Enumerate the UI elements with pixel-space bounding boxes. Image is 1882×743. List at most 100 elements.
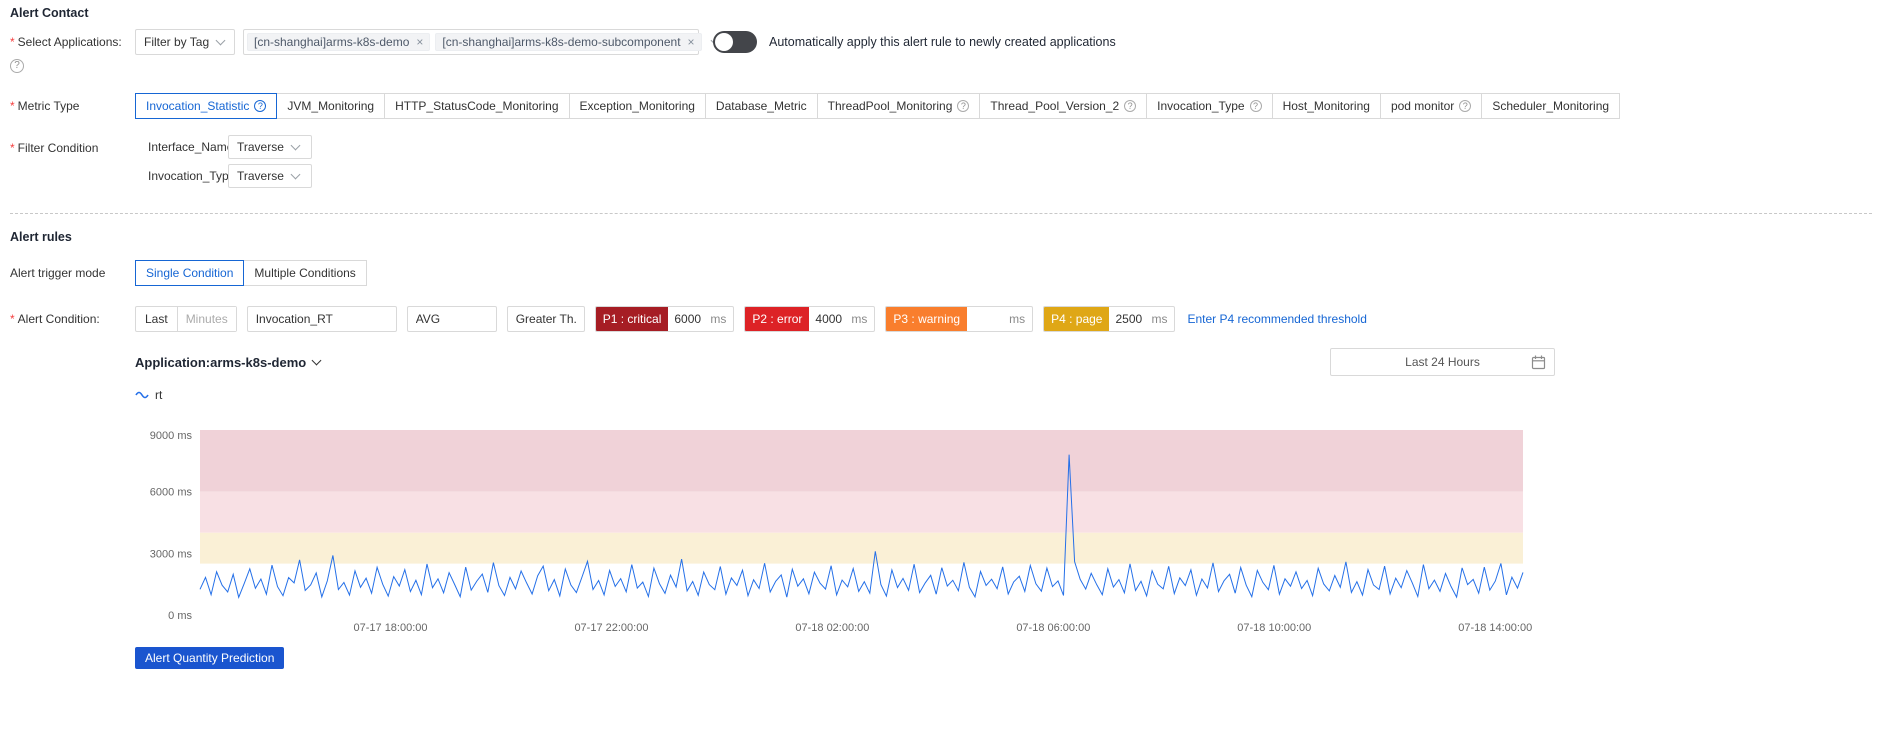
filter-line-invocation-type: Invocation_Type Traverse [148, 164, 312, 188]
alert-rules-section: Alert rules Alert trigger mode Single Co… [10, 230, 1872, 669]
select-applications-row: *Select Applications: Filter by Tag [cn-… [10, 29, 1872, 73]
alert-rules-title: Alert rules [10, 230, 72, 244]
time-range-picker[interactable]: Last 24 Hours [1330, 348, 1555, 376]
operator-select[interactable]: Greater Th... [506, 306, 585, 332]
alert-condition-content: Last Greater Th... P1 : critical ms P2 :… [135, 306, 1367, 332]
application-selector[interactable]: Application:arms-k8s-demo [135, 355, 322, 370]
application-tag-label: [cn-shanghai]arms-k8s-demo-subcomponent [442, 35, 681, 49]
remove-tag-icon[interactable] [416, 36, 423, 48]
metric-input[interactable] [246, 306, 397, 332]
applications-multiselect[interactable]: [cn-shanghai]arms-k8s-demo [cn-shanghai]… [243, 29, 721, 55]
threshold-p1: P1 : critical ms [594, 306, 735, 332]
help-icon[interactable] [1459, 100, 1472, 112]
svg-text:07-18 02:00:00: 07-18 02:00:00 [795, 622, 869, 634]
p4-threshold-input[interactable] [1109, 307, 1152, 331]
invocation-type-select[interactable]: Traverse [228, 164, 312, 188]
select-applications-label-col: * Select Applications: [10, 29, 135, 73]
time-window-group: Last [135, 306, 237, 332]
application-tag: [cn-shanghai]arms-k8s-demo [247, 33, 431, 51]
filter-condition-row: * Filter Condition Interface_Name Travers… [10, 135, 1872, 193]
help-icon[interactable] [254, 100, 267, 112]
chart-header: Application:arms-k8s-demo Last 24 Hours [135, 348, 1555, 376]
help-icon[interactable] [1249, 100, 1262, 112]
calendar-icon [1531, 355, 1546, 370]
tab-pod-monitor[interactable]: pod monitor [1379, 93, 1483, 119]
trigger-mode-row: Alert trigger mode Single Condition Mult… [10, 260, 1872, 286]
tab-scheduler-monitoring[interactable]: Scheduler_Monitoring [1481, 93, 1621, 119]
filter-condition-label: Filter Condition [17, 141, 99, 155]
tab-database-metric[interactable]: Database_Metric [704, 93, 818, 119]
help-icon[interactable] [957, 100, 970, 112]
tab-threadpool-monitoring[interactable]: ThreadPool_Monitoring [816, 93, 981, 119]
p3-warning-badge: P3 : warning [886, 307, 968, 331]
help-icon[interactable] [1124, 100, 1137, 112]
svg-text:0 ms: 0 ms [168, 610, 192, 622]
tab-exception-monitoring[interactable]: Exception_Monitoring [568, 93, 706, 119]
alert-contact-title: Alert Contact [10, 6, 89, 20]
chevron-down-icon [311, 355, 322, 365]
tab-host-monitoring[interactable]: Host_Monitoring [1271, 93, 1381, 119]
svg-text:9000 ms: 9000 ms [150, 430, 193, 442]
recommended-threshold-link[interactable]: Enter P4 recommended threshold [1187, 312, 1366, 326]
metric-type-label-col: * Metric Type [10, 93, 135, 113]
filter-name: Invocation_Type [148, 169, 236, 183]
p2-threshold-input[interactable] [809, 307, 852, 331]
trigger-mode-label: Alert trigger mode [10, 266, 106, 280]
tab-label: Exception_Monitoring [579, 99, 695, 113]
alert-rule-page: Alert Contact *Select Applications: Filt… [0, 0, 1882, 675]
svg-text:07-17 18:00:00: 07-17 18:00:00 [354, 622, 428, 634]
tab-jvm-monitoring[interactable]: JVM_Monitoring [276, 93, 386, 119]
legend-label: rt [155, 388, 163, 402]
tab-thread-pool-version-2[interactable]: Thread_Pool_Version_2 [979, 93, 1148, 119]
tab-label: Invocation_Statistic [146, 99, 250, 113]
operator-value: Greater Th... [515, 312, 576, 326]
metric-type-row: *Metric Type Invocation_Statistic JVM_Mo… [10, 93, 1872, 119]
last-label[interactable]: Last [136, 307, 178, 331]
tab-label: Thread_Pool_Version_2 [990, 99, 1120, 113]
filter-condition-label-col: * Filter Condition [10, 135, 135, 155]
application-tag-label: [cn-shanghai]arms-k8s-demo [254, 35, 410, 49]
p2-unit-label: ms [851, 312, 868, 326]
help-icon[interactable] [10, 59, 24, 73]
trigger-mode-multiple[interactable]: Multiple Conditions [243, 260, 367, 286]
interface-name-select[interactable]: Traverse [228, 135, 312, 159]
remove-tag-icon[interactable] [688, 36, 695, 48]
tab-label: Invocation_Type [1157, 99, 1245, 113]
p3-unit-label: ms [1009, 312, 1026, 326]
invocation-type-value: Traverse [237, 169, 284, 183]
svg-text:6000 ms: 6000 ms [150, 487, 193, 499]
tab-http-statuscode-monitoring[interactable]: HTTP_StatusCode_Monitoring [384, 93, 570, 119]
filter-name: Interface_Name [148, 140, 234, 154]
alert-condition-label: Alert Condition: [17, 312, 100, 326]
time-range-value: Last 24 Hours [1405, 355, 1480, 369]
p4-unit-label: ms [1151, 312, 1168, 326]
aggregation-input[interactable] [406, 306, 497, 332]
interface-name-value: Traverse [237, 140, 284, 154]
filter-by-tag-value: Filter by Tag [144, 35, 210, 49]
tab-label: Database_Metric [715, 99, 807, 113]
tab-invocation-type[interactable]: Invocation_Type [1146, 93, 1273, 119]
filter-by-tag-select[interactable]: Filter by Tag [135, 29, 235, 55]
tab-label: Host_Monitoring [1282, 99, 1370, 113]
filter-line-interface-name: Interface_Name Traverse [148, 135, 312, 159]
toggle-knob [715, 33, 733, 51]
select-applications-content: Filter by Tag [cn-shanghai]arms-k8s-demo… [135, 29, 1116, 55]
p3-threshold-input[interactable] [967, 307, 1010, 331]
trigger-mode-single[interactable]: Single Condition [135, 260, 245, 286]
chart-legend[interactable]: rt [135, 388, 1555, 402]
alert-quantity-prediction-button[interactable]: Alert Quantity Prediction [135, 647, 285, 669]
required-asterisk: * [10, 312, 15, 326]
required-asterisk: * [10, 141, 15, 155]
auto-apply-toggle[interactable] [713, 31, 757, 53]
svg-text:07-17 22:00:00: 07-17 22:00:00 [574, 622, 648, 634]
trigger-mode-group: Single Condition Multiple Conditions [135, 260, 367, 286]
minutes-input[interactable] [177, 307, 236, 331]
alert-contact-section: Alert Contact *Select Applications: Filt… [10, 6, 1872, 193]
alert-condition-label-col: * Alert Condition: [10, 306, 135, 326]
p1-threshold-input[interactable] [668, 307, 711, 331]
tab-invocation-statistic[interactable]: Invocation_Statistic [135, 93, 278, 119]
section-divider [10, 213, 1872, 214]
p1-unit-label: ms [710, 312, 727, 326]
application-tag: [cn-shanghai]arms-k8s-demo-subcomponent [435, 33, 702, 51]
required-asterisk: * [10, 35, 15, 49]
